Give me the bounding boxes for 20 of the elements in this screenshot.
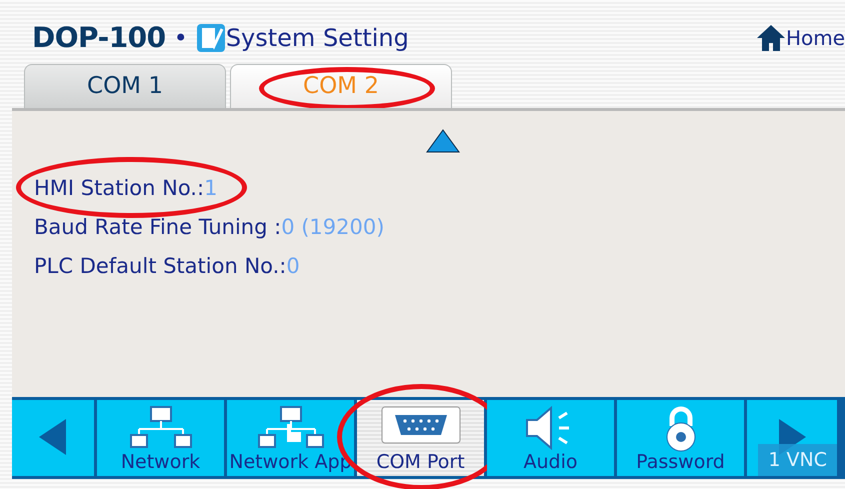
- scroll-up-icon[interactable]: [426, 129, 460, 153]
- home-icon: [756, 24, 786, 52]
- screen-title: System Setting: [226, 23, 409, 54]
- tab[interactable]: COM 1: [24, 64, 226, 108]
- setting-row[interactable]: Baud Rate Fine Tuning :0 (19200): [34, 215, 384, 239]
- separator-dot: •: [174, 23, 188, 54]
- toolbar-button[interactable]: Network: [97, 400, 224, 476]
- toolbar-button[interactable]: Audio: [487, 400, 614, 476]
- setting-row[interactable]: HMI Station No.:1: [34, 176, 218, 200]
- settings-icon: [196, 23, 226, 53]
- toolbar-button[interactable]: Password: [617, 400, 744, 476]
- network-icon: [128, 406, 192, 450]
- home-button[interactable]: Home: [756, 23, 845, 53]
- vnc-badge: 1 VNC: [758, 444, 837, 476]
- left-arrow-icon: [38, 418, 68, 456]
- serial-port-icon: [380, 406, 460, 444]
- toolbar-button[interactable]: COM Port: [357, 400, 484, 476]
- model-title: DOP-100: [32, 20, 166, 56]
- setting-row[interactable]: PLC Default Station No.:0: [34, 254, 300, 278]
- previous-page-button[interactable]: [12, 400, 94, 476]
